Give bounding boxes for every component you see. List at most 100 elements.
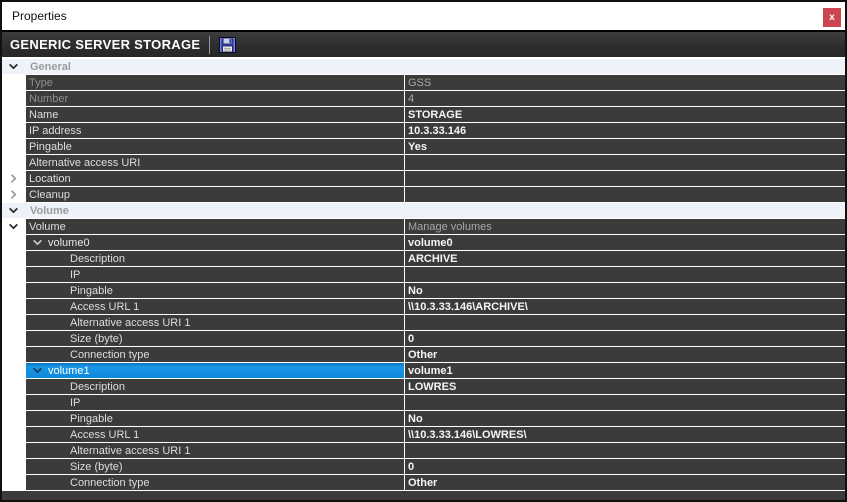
- property-row-volume1[interactable]: volume1volume1: [2, 363, 845, 378]
- property-row-access-url-1[interactable]: Access URL 1 \\10.3.33.146\LOWRES\: [2, 427, 845, 442]
- close-icon: x: [829, 13, 835, 23]
- property-label: IP address: [29, 125, 81, 137]
- property-row-ip-address[interactable]: IP address 10.3.33.146: [2, 123, 845, 138]
- property-label-cell: Description: [26, 379, 404, 394]
- property-label: Access URL 1: [70, 301, 139, 313]
- gutter-spacer: [2, 443, 26, 458]
- property-row-ip[interactable]: IP: [2, 267, 845, 282]
- property-value-cell[interactable]: 4: [405, 91, 845, 106]
- property-value: ARCHIVE: [408, 253, 458, 265]
- property-value-cell[interactable]: GSS: [405, 75, 845, 90]
- gutter-spacer: [2, 347, 26, 362]
- page-title: GENERIC SERVER STORAGE: [10, 37, 200, 52]
- property-value-cell[interactable]: [405, 443, 845, 458]
- property-value-cell[interactable]: [405, 315, 845, 330]
- chevron-down-icon[interactable]: [33, 366, 42, 375]
- property-value: Manage volumes: [408, 221, 492, 233]
- chevron-down-icon[interactable]: [2, 235, 26, 250]
- property-value-cell[interactable]: \\10.3.33.146\ARCHIVE\: [405, 299, 845, 314]
- properties-window: Properties x GENERIC SERVER STORAGE Gen: [0, 0, 847, 502]
- property-value-cell[interactable]: [405, 171, 845, 186]
- property-row-description[interactable]: DescriptionARCHIVE: [2, 251, 845, 266]
- property-value-cell[interactable]: Yes: [405, 139, 845, 154]
- property-row-size-byte[interactable]: Size (byte) 0: [2, 331, 845, 346]
- property-value-cell[interactable]: volume0: [405, 235, 845, 250]
- property-value-cell[interactable]: Other: [405, 475, 845, 490]
- window-title: Properties: [12, 9, 67, 23]
- property-row-connection-type[interactable]: Connection typeOther: [2, 347, 845, 362]
- property-row-alternative-access-uri-1[interactable]: Alternative access URI 1: [2, 315, 845, 330]
- floppy-disk-icon: [219, 37, 236, 53]
- property-label: Pingable: [70, 413, 113, 425]
- chevron-down-icon[interactable]: [2, 203, 26, 218]
- property-value-cell[interactable]: 10.3.33.146: [405, 123, 845, 138]
- property-row-type[interactable]: Type GSS: [2, 75, 845, 90]
- gutter-spacer: [2, 123, 26, 138]
- property-value-cell[interactable]: [405, 395, 845, 410]
- property-value-cell[interactable]: STORAGE: [405, 107, 845, 122]
- property-row-alternative-access-uri-1[interactable]: Alternative access URI 1: [2, 443, 845, 458]
- close-button[interactable]: x: [823, 8, 841, 27]
- property-value: 10.3.33.146: [408, 125, 466, 137]
- property-label: Access URL 1: [70, 429, 139, 441]
- section-row-general[interactable]: General: [2, 59, 845, 74]
- property-row-pingable[interactable]: Pingable No: [2, 283, 845, 298]
- gutter-spacer: [2, 75, 26, 90]
- gutter-spacer: [2, 475, 26, 490]
- property-row-access-url-1[interactable]: Access URL 1 \\10.3.33.146\ARCHIVE\: [2, 299, 845, 314]
- property-label: Alternative access URI 1: [70, 317, 190, 329]
- property-value-cell[interactable]: volume1: [405, 363, 845, 378]
- property-value-cell[interactable]: ARCHIVE: [405, 251, 845, 266]
- property-row-description[interactable]: DescriptionLOWRES: [2, 379, 845, 394]
- property-value-cell[interactable]: \\10.3.33.146\LOWRES\: [405, 427, 845, 442]
- property-label: volume0: [48, 237, 90, 249]
- property-value-cell[interactable]: 0: [405, 459, 845, 474]
- property-label: Size (byte): [70, 333, 123, 345]
- property-value-cell[interactable]: [405, 155, 845, 170]
- property-value-cell[interactable]: 0: [405, 331, 845, 346]
- property-value: 0: [408, 333, 414, 345]
- property-row-volume0[interactable]: volume0 volume0: [2, 235, 845, 250]
- property-value-cell[interactable]: No: [405, 411, 845, 426]
- property-value: \\10.3.33.146\LOWRES\: [408, 429, 527, 441]
- gutter-spacer: [2, 411, 26, 426]
- save-button[interactable]: [217, 35, 237, 55]
- property-row-size-byte[interactable]: Size (byte)0: [2, 459, 845, 474]
- property-value-cell[interactable]: LOWRES: [405, 379, 845, 394]
- property-label-cell: Access URL 1: [26, 299, 404, 314]
- property-label-cell: volume0: [26, 235, 404, 250]
- property-label-cell: Pingable: [26, 283, 404, 298]
- property-label-cell: Pingable: [26, 411, 404, 426]
- chevron-down-icon[interactable]: [2, 363, 26, 378]
- title-bar: Properties x: [2, 2, 845, 30]
- property-value-cell[interactable]: [405, 267, 845, 282]
- gutter-spacer: [2, 155, 26, 170]
- property-row-name[interactable]: NameSTORAGE: [2, 107, 845, 122]
- property-value: GSS: [408, 77, 431, 89]
- partial-row: [2, 491, 845, 500]
- property-row-alternative-access-uri[interactable]: Alternative access URI: [2, 155, 845, 170]
- property-row-cleanup[interactable]: Cleanup: [2, 187, 845, 202]
- property-value-cell[interactable]: [405, 187, 845, 202]
- property-label: Number: [29, 93, 68, 105]
- chevron-right-icon[interactable]: [2, 171, 26, 186]
- property-value-cell[interactable]: No: [405, 283, 845, 298]
- property-row-pingable[interactable]: Pingable No: [2, 411, 845, 426]
- chevron-down-icon[interactable]: [2, 59, 26, 74]
- property-label: Pingable: [70, 285, 113, 297]
- property-row-number[interactable]: Number 4: [2, 91, 845, 106]
- property-row-volume[interactable]: Volume Manage volumes: [2, 219, 845, 234]
- gutter-spacer: [2, 459, 26, 474]
- property-row-location[interactable]: Location: [2, 171, 845, 186]
- property-row-connection-type[interactable]: Connection typeOther: [2, 475, 845, 490]
- property-label: Type: [29, 77, 53, 89]
- property-label-cell: Volume: [26, 219, 404, 234]
- property-row-ip[interactable]: IP: [2, 395, 845, 410]
- chevron-down-icon[interactable]: [33, 238, 42, 247]
- property-value-cell[interactable]: Other: [405, 347, 845, 362]
- chevron-right-icon[interactable]: [2, 187, 26, 202]
- section-row-volume[interactable]: Volume: [2, 203, 845, 218]
- property-value-cell[interactable]: Manage volumes: [405, 219, 845, 234]
- property-row-pingable[interactable]: PingableYes: [2, 139, 845, 154]
- chevron-down-icon[interactable]: [2, 219, 26, 234]
